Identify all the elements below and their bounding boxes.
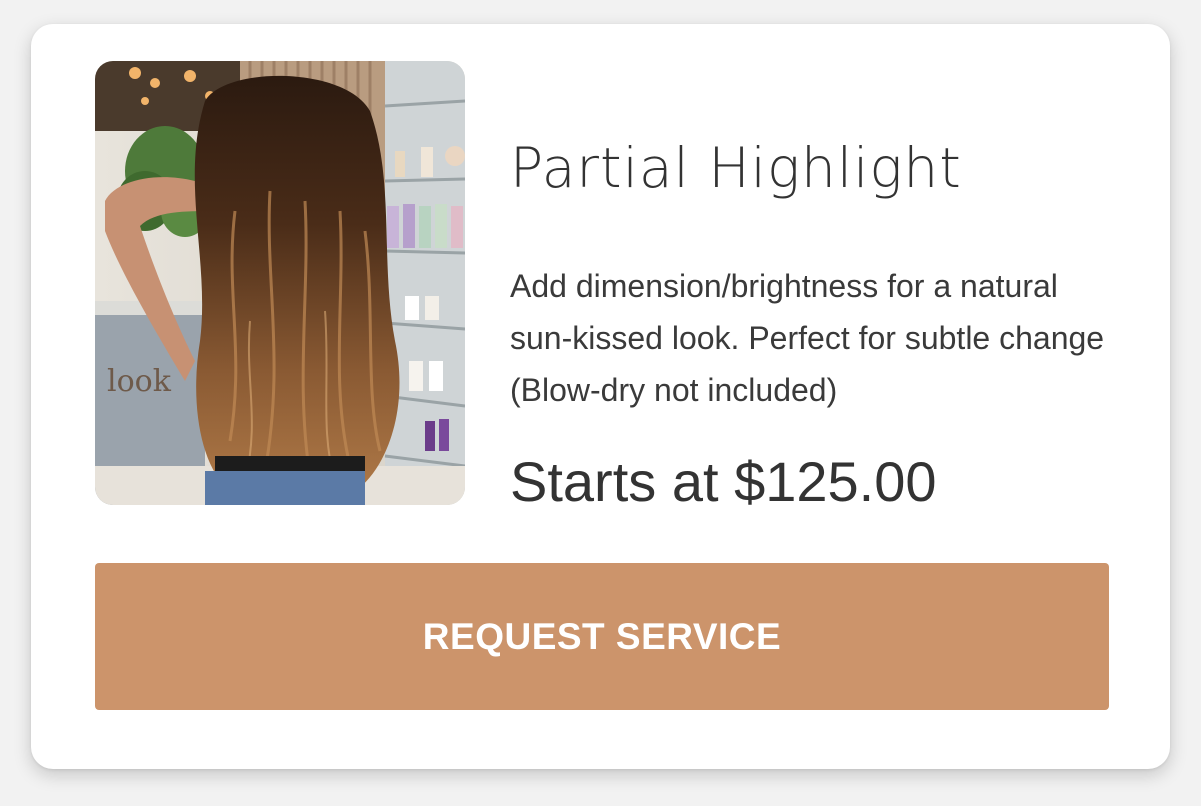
service-title: Partial Highlight xyxy=(510,136,962,200)
service-card: look Partial Highlight Add dimension/bri… xyxy=(31,24,1170,769)
request-service-button[interactable]: REQUEST SERVICE xyxy=(95,563,1109,710)
service-price: Starts at $125.00 xyxy=(510,450,937,513)
salon-sign: look xyxy=(107,364,172,399)
service-photo: look xyxy=(95,61,465,505)
service-description: Add dimension/brightness for a natural s… xyxy=(510,268,1105,408)
